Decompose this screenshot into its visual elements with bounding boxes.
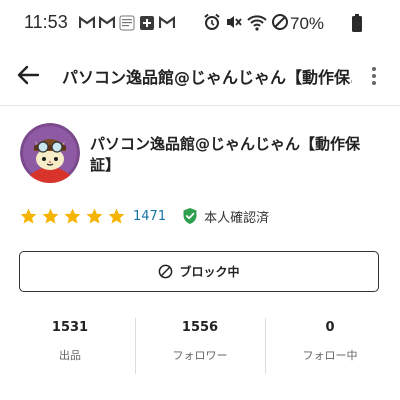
gmail-icon xyxy=(78,14,95,31)
wifi-icon xyxy=(247,13,267,35)
stat-listings-value: 1531 xyxy=(51,320,89,335)
more-options-button[interactable] xyxy=(362,64,386,88)
header-divider xyxy=(0,105,400,106)
star-icon xyxy=(108,208,125,224)
star-icon xyxy=(42,208,59,224)
shop-name: パソコン逸品館@じゃんじゃん【動作保証】 xyxy=(90,135,361,174)
mute-icon xyxy=(225,13,243,35)
do-not-disturb-icon xyxy=(271,13,289,35)
verified-badge: 本人確認済 xyxy=(182,207,269,226)
star-rating xyxy=(19,207,126,226)
verified-label: 本人確認済 xyxy=(204,210,270,226)
gmail-icon xyxy=(98,14,115,31)
notification-icons xyxy=(78,14,175,31)
back-button[interactable] xyxy=(14,61,42,89)
shopping-app-icon xyxy=(118,14,135,31)
stat-followers-value: 1556 xyxy=(181,320,219,335)
review-count-link[interactable]: 1471 xyxy=(133,209,166,224)
more-vertical-icon xyxy=(372,67,376,85)
arrow-left-icon xyxy=(17,65,40,85)
stat-followers[interactable]: 1556 フォロワー xyxy=(135,320,265,363)
app-bar: パソコン逸品館@じゃんじゃん【動作保... xyxy=(0,52,400,98)
star-icon xyxy=(64,208,81,224)
stat-listings-label: 出品 xyxy=(59,349,81,362)
gmail-icon xyxy=(158,14,175,31)
stat-listings[interactable]: 1531 出品 xyxy=(5,320,135,363)
shield-check-icon xyxy=(183,208,197,224)
stat-following[interactable]: 0 フォロー中 xyxy=(265,320,395,363)
star-icon xyxy=(86,208,103,224)
avatar[interactable] xyxy=(20,123,80,183)
stat-followers-label: フォロワー xyxy=(172,349,228,362)
blocked-button[interactable]: ブロック中 xyxy=(19,251,379,292)
plus-app-icon xyxy=(138,14,155,31)
battery-icon xyxy=(351,14,363,37)
alarm-icon xyxy=(203,13,221,35)
cat-pilot-avatar-image xyxy=(20,123,80,183)
stat-following-value: 0 xyxy=(325,320,335,335)
star-icon xyxy=(20,208,37,224)
battery-percentage: 70% xyxy=(290,14,325,33)
block-icon xyxy=(159,264,173,279)
page-title: パソコン逸品館@じゃんじゃん【動作保... xyxy=(62,68,352,87)
rating-row: 1471 本人確認済 xyxy=(19,205,269,227)
status-bar: 11:53 70% xyxy=(0,0,400,48)
system-icons xyxy=(203,13,289,35)
blocked-button-label: ブロック中 xyxy=(179,265,240,279)
status-time: 11:53 xyxy=(24,12,68,32)
stat-following-label: フォロー中 xyxy=(302,349,358,362)
